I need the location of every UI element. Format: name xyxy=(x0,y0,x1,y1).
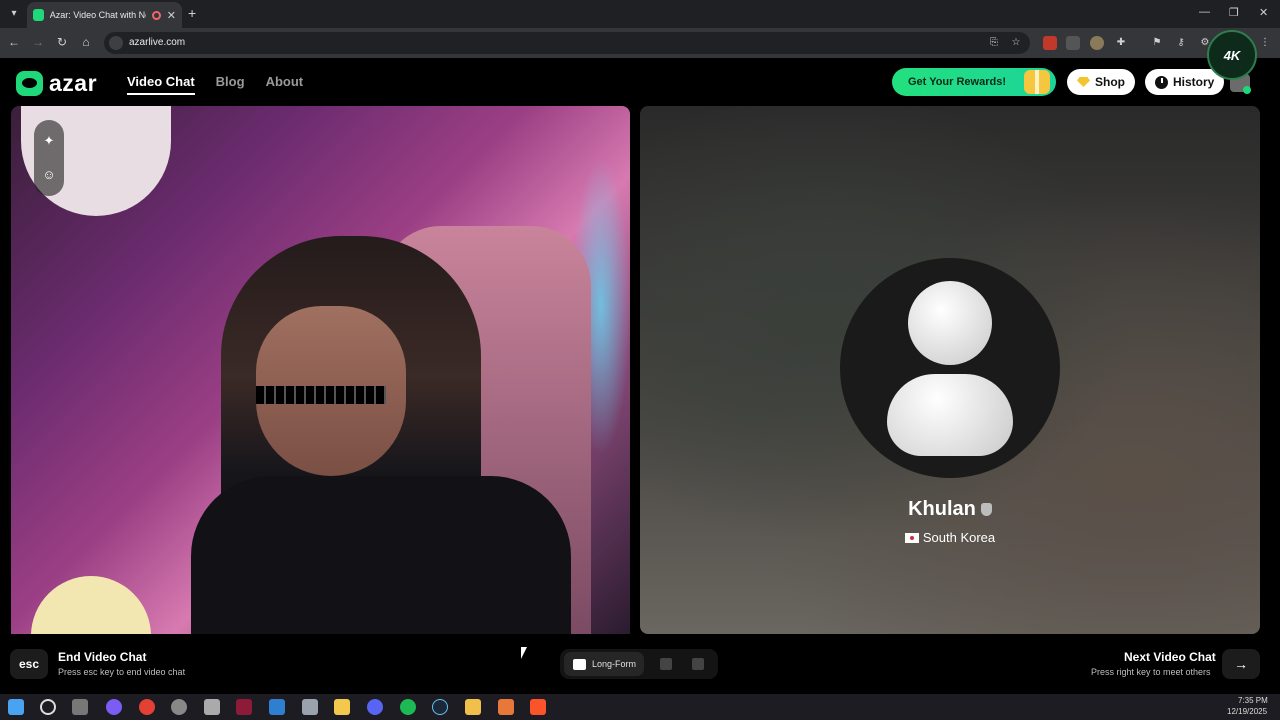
extension-icon[interactable] xyxy=(1043,36,1057,50)
azar-logo[interactable]: azar xyxy=(16,70,97,97)
brave-icon[interactable] xyxy=(530,699,546,715)
sparkle-effects-icon[interactable]: ✦ xyxy=(42,134,56,148)
layout-switcher: Long-Form xyxy=(560,649,718,679)
azar-logo-icon xyxy=(16,71,43,96)
online-status-dot xyxy=(1243,86,1251,94)
discord-icon[interactable] xyxy=(367,699,383,715)
mouse-cursor-icon xyxy=(521,647,527,659)
layout-label: Long-Form xyxy=(592,659,637,669)
forward-icon[interactable]: → xyxy=(30,35,46,49)
windows-start-icon[interactable] xyxy=(8,699,24,715)
notes-icon[interactable] xyxy=(334,699,350,715)
video-tools: ✦ ☺ xyxy=(34,120,64,196)
extension-icon[interactable] xyxy=(1066,36,1080,50)
azar-page: azar Video Chat Blog About Get Your Rewa… xyxy=(0,30,1280,694)
peer-country: South Korea xyxy=(922,530,996,545)
bookmark-star-icon[interactable]: ☆ xyxy=(1009,36,1023,50)
person-icon xyxy=(908,281,992,365)
pixel-sunglasses xyxy=(256,386,386,404)
gift-icon xyxy=(1024,70,1050,94)
close-tab-icon[interactable]: ✕ xyxy=(167,9,176,22)
next-chat-hint: Press right key to meet others xyxy=(1091,667,1211,677)
verified-shield-icon xyxy=(980,503,992,516)
install-app-icon[interactable]: ⎘ xyxy=(987,36,1001,50)
minimize-icon[interactable]: — xyxy=(1199,6,1210,18)
shop-button[interactable]: Shop xyxy=(1067,69,1135,95)
home-icon[interactable]: ⌂ xyxy=(78,35,94,49)
browser-tabstrip: ▾ Azar: Video Chat with New ✕ + — ❐ ✕ xyxy=(0,0,1280,28)
steam-icon[interactable] xyxy=(432,699,448,715)
url-text: azarlive.com xyxy=(129,37,186,48)
new-tab-button[interactable]: + xyxy=(188,5,196,21)
extension-icon[interactable] xyxy=(1090,36,1104,50)
video-background xyxy=(31,576,151,634)
gem-icon xyxy=(1077,77,1090,87)
logo-text: azar xyxy=(49,70,98,96)
windows-taskbar: 7:35 PM 12/19/2025 xyxy=(0,694,1280,720)
grid-layout-icon[interactable] xyxy=(692,658,704,670)
taskbar-date: 12/19/2025 xyxy=(1227,707,1268,716)
extensions-puzzle-icon[interactable]: ✚ xyxy=(1114,36,1128,50)
app-icon[interactable] xyxy=(106,699,122,715)
next-chat-title: Next Video Chat xyxy=(1124,650,1216,664)
main-nav: Video Chat Blog About xyxy=(127,74,303,95)
south-korea-flag-icon xyxy=(904,532,919,543)
peer-name: Khulan xyxy=(908,498,976,520)
peer-name-row: Khulan xyxy=(640,498,1260,521)
tab-search-icon[interactable]: ▾ xyxy=(6,6,22,22)
app-icon[interactable] xyxy=(498,699,514,715)
nav-video-chat[interactable]: Video Chat xyxy=(127,74,195,95)
app-icon[interactable] xyxy=(302,699,318,715)
self-video-feed: ✦ ☺ xyxy=(11,106,630,634)
layout-long-form-button[interactable]: Long-Form xyxy=(564,652,644,676)
close-window-icon[interactable]: ✕ xyxy=(1259,6,1268,19)
app-icon[interactable] xyxy=(269,699,285,715)
clock-icon xyxy=(1155,75,1168,89)
next-chat-button[interactable]: → xyxy=(1222,649,1260,679)
menu-icon[interactable]: ⋮ xyxy=(1258,36,1272,50)
app-icon[interactable] xyxy=(204,699,220,715)
stacked-layout-icon[interactable] xyxy=(660,658,672,670)
extension-icon[interactable]: ⚷ xyxy=(1174,36,1188,50)
extension-icon[interactable]: ⚑ xyxy=(1150,36,1164,50)
get-rewards-button[interactable]: Get Your Rewards! xyxy=(892,68,1056,96)
history-label: History xyxy=(1173,75,1215,89)
browser-tab-azar[interactable]: Azar: Video Chat with New ✕ xyxy=(27,2,182,28)
app-icon[interactable] xyxy=(171,699,187,715)
browser-toolbar: ← → ↻ ⌂ azarlive.com ⎘ ☆ ✚ ⚑ ⚷ ⚙ ⋮ xyxy=(0,28,1280,58)
history-button[interactable]: History xyxy=(1145,69,1225,95)
address-bar[interactable]: azarlive.com xyxy=(104,32,1030,54)
split-layout-icon xyxy=(573,658,586,670)
chrome-icon[interactable] xyxy=(139,699,155,715)
taskbar-time: 7:35 PM xyxy=(1238,696,1268,705)
end-chat-title: End Video Chat xyxy=(58,650,147,664)
4k-streamers-badge: 4K xyxy=(1207,30,1257,80)
task-view-icon[interactable] xyxy=(72,699,88,715)
spotify-icon[interactable] xyxy=(400,699,416,715)
end-chat-button[interactable]: esc xyxy=(10,649,48,679)
app-icon[interactable] xyxy=(236,699,252,715)
peer-video-feed: Khulan South Korea xyxy=(640,106,1260,634)
person-icon xyxy=(887,374,1013,456)
back-icon[interactable]: ← xyxy=(6,35,22,49)
video-person xyxy=(191,476,571,634)
site-info-icon[interactable] xyxy=(109,36,123,50)
azar-favicon-icon xyxy=(33,9,44,21)
reload-icon[interactable]: ↻ xyxy=(54,35,70,49)
end-chat-hint: Press esc key to end video chat xyxy=(58,667,186,677)
recording-icon xyxy=(152,10,161,20)
peer-country-row: South Korea xyxy=(640,530,1260,545)
nav-blog[interactable]: Blog xyxy=(216,74,245,95)
search-icon[interactable] xyxy=(40,699,56,715)
badge-text: 4K xyxy=(1223,47,1241,63)
restore-icon[interactable]: ❐ xyxy=(1229,6,1239,19)
nav-about[interactable]: About xyxy=(266,74,304,95)
tab-title: Azar: Video Chat with New xyxy=(49,10,147,20)
face-filter-icon[interactable]: ☺ xyxy=(42,168,56,182)
file-explorer-icon[interactable] xyxy=(465,699,481,715)
shop-label: Shop xyxy=(1095,75,1125,89)
rewards-label: Get Your Rewards! xyxy=(908,76,1007,88)
